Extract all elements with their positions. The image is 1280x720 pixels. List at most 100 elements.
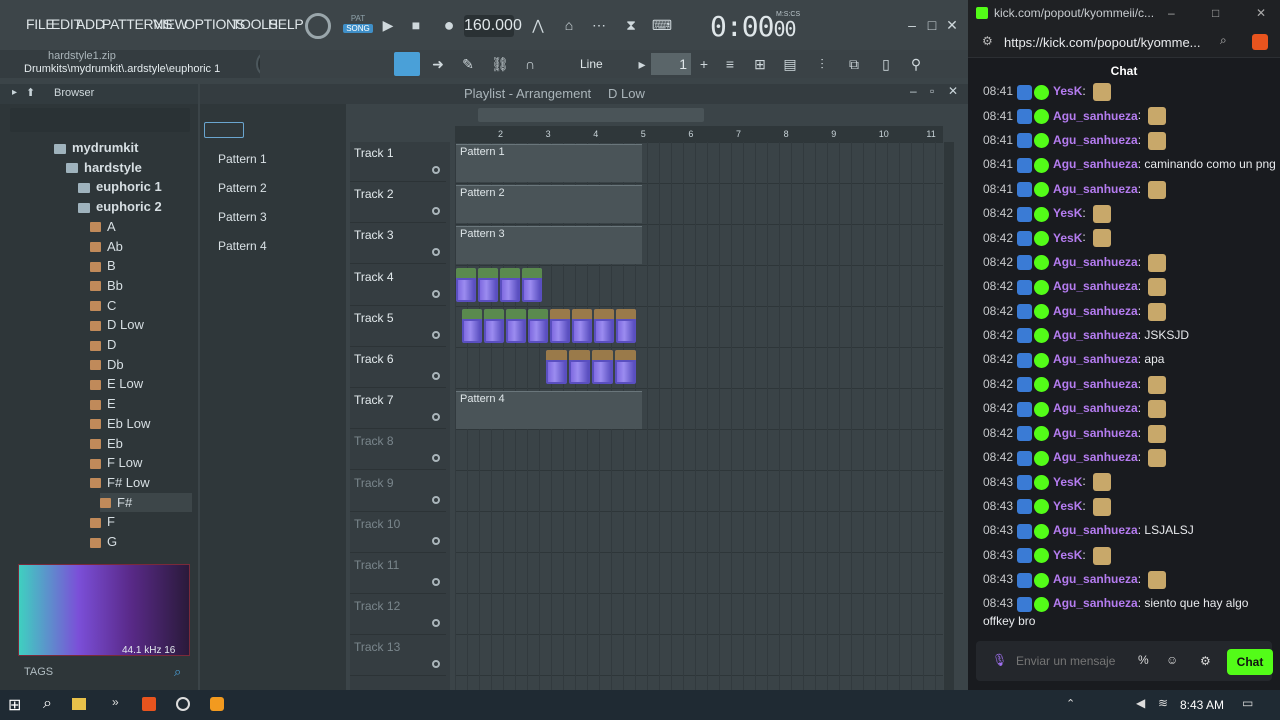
pattern-number[interactable]: 1 [651,53,691,75]
browser-item[interactable]: B [90,256,116,275]
track-mute-toggle[interactable] [432,619,440,628]
track-header[interactable]: Track 9 [350,472,446,512]
audio-clip[interactable] [484,309,504,344]
audio-clip[interactable] [616,309,636,344]
audio-clip[interactable] [462,309,482,344]
track-mute-toggle[interactable] [432,289,440,298]
track-mute-toggle[interactable] [432,372,440,380]
menu-help[interactable]: HELP [268,16,304,32]
audio-clip[interactable] [506,309,526,344]
picker-piano-icon[interactable] [204,122,244,138]
browser-item[interactable]: Db [90,355,124,374]
audio-clip[interactable] [546,350,567,385]
play-icon[interactable]: ▶ [376,13,400,37]
chat-username[interactable]: Agu_sanhueza [1053,523,1138,537]
track-mute-toggle[interactable] [432,578,440,586]
wifi-icon[interactable]: ≋ [1158,696,1168,710]
chat-username[interactable]: Agu_sanhueza [1053,426,1138,440]
plugin-browser-icon[interactable]: ⧉ [842,52,866,76]
search-icon[interactable]: ⌕ [43,695,52,713]
track-header[interactable]: Track 3 [350,224,446,265]
browser-item[interactable]: G [90,532,117,551]
track-mute-toggle[interactable] [432,660,440,669]
audio-clip[interactable] [478,268,498,302]
chat-username[interactable]: Agu_sanhueza [1053,133,1138,147]
chat-username[interactable]: Agu_sanhueza [1053,255,1138,269]
chat-username[interactable]: Agu_sanhueza [1053,182,1138,196]
chat-username[interactable]: Agu_sanhueza [1053,596,1138,610]
track-mute-toggle[interactable] [432,454,440,463]
file-explorer-icon[interactable] [72,698,86,710]
search-icon[interactable]: ⌕ [174,664,181,680]
audio-clip[interactable] [500,268,520,302]
snap-magnet-icon[interactable]: ∩ [518,52,542,76]
chat-username[interactable]: YesK [1053,499,1082,513]
track-header[interactable]: Track 4 [350,266,446,306]
zoom-icon[interactable]: ⌕ [1220,33,1227,48]
track-header[interactable]: Track 7 [350,389,446,430]
mixer-icon[interactable]: ≡ [718,52,742,76]
volume-icon[interactable]: ◀ [1136,696,1145,710]
chat-username[interactable]: Agu_sanhueza [1053,279,1138,293]
browser-item[interactable]: F# Low [90,473,150,492]
chat-username[interactable]: Agu_sanhueza [1053,572,1138,586]
chat-username[interactable]: YesK [1053,206,1082,220]
browser-item[interactable]: F Low [90,453,142,472]
window-maximize-icon[interactable]: □ [1212,6,1219,20]
project-info-icon[interactable]: ▯ [874,52,898,76]
track-header[interactable]: Track 10 [350,513,446,553]
browser-item[interactable]: euphoric 1 [78,177,162,196]
chat-username[interactable]: Agu_sanhueza [1053,377,1138,391]
timeline-ruler[interactable] [455,126,943,142]
notifications-icon[interactable]: ▭ [1242,696,1253,710]
blend-notes-icon[interactable]: ⧗ [619,13,643,37]
track-header[interactable]: Track 13 [350,636,446,677]
stop-icon[interactable]: ■ [404,13,428,37]
arrow-right-icon[interactable]: ➜ [426,52,450,76]
track-header[interactable]: Track 2 [350,183,446,224]
browser-item[interactable]: E Low [90,374,143,393]
add-pattern-icon[interactable]: + [692,52,716,76]
expand-icon[interactable]: ▸ [12,87,17,98]
track-mute-toggle[interactable] [432,330,440,339]
browser-item[interactable]: F# [100,492,192,512]
chat-username[interactable]: Agu_sanhueza [1053,328,1138,342]
track-mute-toggle[interactable] [432,413,440,422]
tempo-display[interactable]: 160.000 [464,15,522,37]
chat-username[interactable]: YesK [1053,475,1082,489]
pattern-item-3[interactable]: Pattern 3 [204,206,334,228]
track-header[interactable]: Track 8 [350,430,446,471]
piano-roll-icon[interactable]: ▤ [778,52,802,76]
snap-selector[interactable]: Line [548,54,628,74]
browser-item[interactable]: Eb [90,434,123,453]
link-icon[interactable]: ⛓ [488,52,512,76]
browser-item[interactable]: D Low [90,315,144,334]
chat-username[interactable]: Agu_sanhueza [1053,352,1138,366]
track-mute-toggle[interactable] [432,536,440,545]
menu-add[interactable]: ADD [76,16,105,32]
playlist-close-icon[interactable]: ✕ [948,84,958,98]
pattern-item-2[interactable]: Pattern 2 [204,177,334,199]
audio-clip[interactable] [569,350,590,385]
track-header[interactable]: Track 1 [350,142,446,182]
browser-item[interactable]: E [90,394,116,413]
pattern-clip[interactable]: Pattern 2 [456,185,642,224]
track-mute-toggle[interactable] [432,166,440,174]
chat-username[interactable]: Agu_sanhueza [1053,450,1138,464]
audio-clip[interactable] [615,350,636,385]
browser-item[interactable]: hardstyle [66,158,142,177]
browser-item[interactable]: A [90,217,116,236]
browser-item[interactable]: Eb Low [90,414,150,433]
emoji-icon[interactable]: ☺ [1166,653,1178,667]
chat-username[interactable]: Agu_sanhueza [1053,304,1138,318]
playlist-scrollbar[interactable] [478,108,704,122]
fl-studio-icon[interactable] [210,697,224,711]
pattern-clip[interactable]: Pattern 4 [456,391,642,430]
chat-username[interactable]: YesK [1053,548,1082,562]
settings-gear-icon[interactable]: ⚙ [1200,654,1211,668]
window-close-icon[interactable]: ✕ [1256,6,1266,20]
track-mute-toggle[interactable] [432,495,440,504]
menu-view[interactable]: VIEW [153,16,188,32]
site-settings-icon[interactable]: ⚙ [982,34,993,48]
step-edit-icon[interactable]: ⋯ [587,13,611,37]
